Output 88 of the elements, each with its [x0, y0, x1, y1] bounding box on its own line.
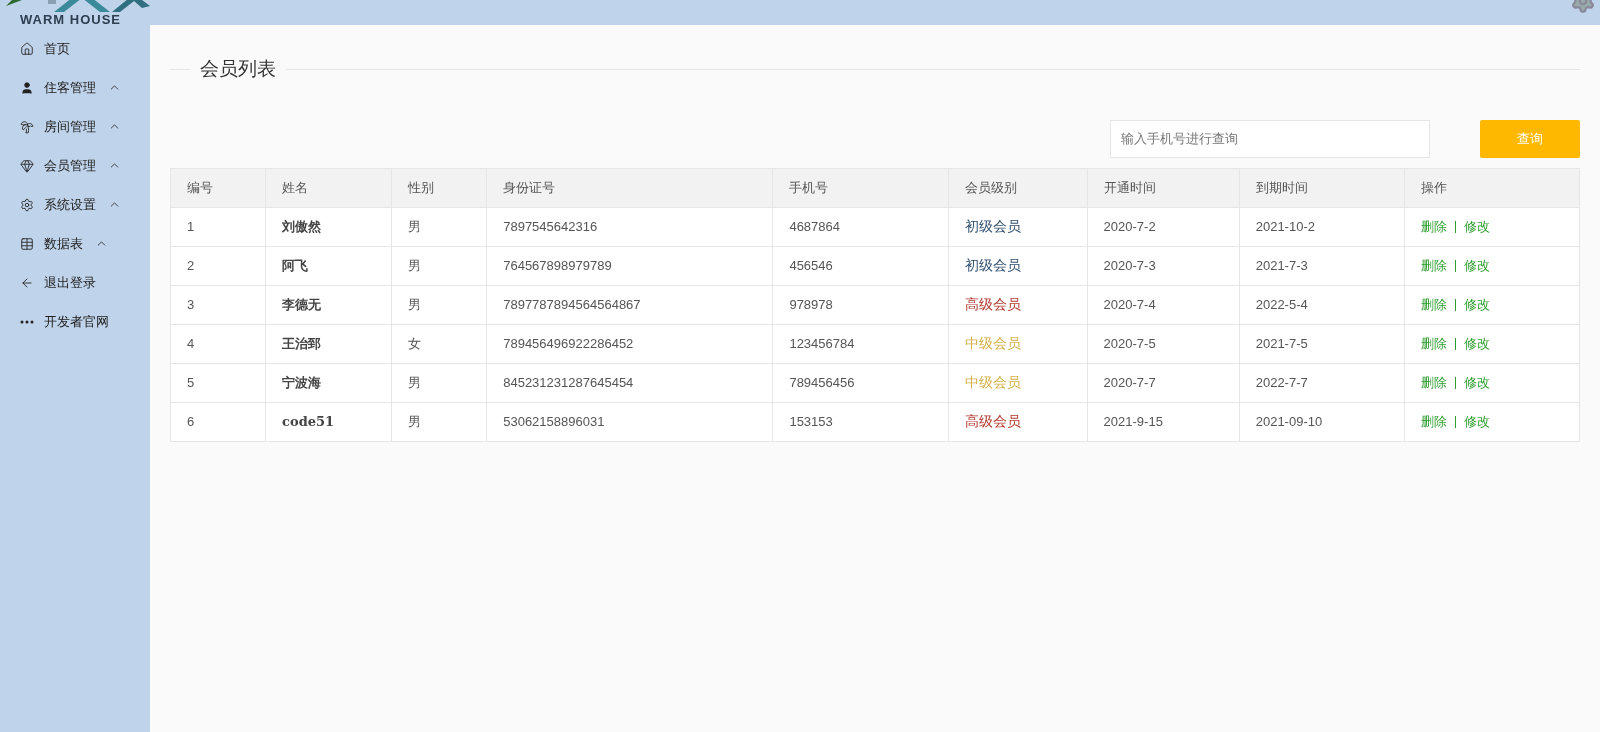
sidebar-item[interactable]: 会员管理 [0, 146, 150, 185]
delete-link[interactable]: 删除 [1420, 255, 1447, 276]
table-cell: 7897787894564564867 [503, 296, 641, 312]
edit-link[interactable]: 修改 [1463, 255, 1490, 276]
column-header: 手机号 [772, 168, 948, 207]
column-header: 会员级别 [948, 168, 1088, 207]
arrow-left-icon [20, 275, 34, 290]
table-cell: 男 [408, 413, 422, 429]
table-cell: 刘傲然 [282, 218, 322, 234]
table-cell: 男 [408, 374, 422, 390]
member-level-label: 高级会员 [964, 296, 1021, 312]
table-cell: 2020-7-2 [1103, 218, 1156, 234]
table-cell: 789456456 [789, 374, 855, 390]
member-level-label: 中级会员 [964, 335, 1021, 351]
table-cell: 2021-7-3 [1255, 257, 1308, 273]
diamond-icon [20, 158, 34, 173]
table-cell: 978978 [789, 296, 833, 312]
column-header: 到期时间 [1239, 168, 1405, 207]
table-cell: 4687864 [789, 218, 841, 234]
sidebar-item[interactable]: 首页 [0, 29, 150, 68]
column-header: 开通时间 [1087, 168, 1240, 207]
table-cell: 2021-09-10 [1255, 413, 1323, 429]
member-level-label: 中级会员 [964, 374, 1021, 390]
logo-text: WARM HOUSE [20, 13, 121, 27]
table-cell: 王治郅 [282, 335, 322, 351]
edit-link[interactable]: 修改 [1463, 294, 1490, 315]
table-cell: 男 [408, 296, 422, 312]
table-cell: 2020-7-3 [1103, 257, 1156, 273]
column-header: 身份证号 [486, 168, 773, 207]
column-header: 性别 [391, 168, 487, 207]
table-cell: 2021-10-2 [1255, 218, 1315, 234]
table-cell: 2022-7-7 [1255, 374, 1308, 390]
table-cell: 女 [408, 335, 422, 351]
sidebar-item[interactable]: 退出登录 [0, 263, 150, 302]
more-icon [20, 319, 34, 324]
delete-link[interactable]: 删除 [1420, 294, 1447, 315]
grid-icon [20, 236, 34, 251]
table-cell: 2 [187, 257, 195, 273]
column-header: 操作 [1404, 168, 1580, 207]
member-level-label: 初级会员 [964, 257, 1021, 273]
delete-link[interactable]: 删除 [1420, 216, 1447, 237]
table-cell: 2021-7-5 [1255, 335, 1308, 351]
table-cell: 456546 [789, 257, 833, 273]
column-header: 编号 [170, 168, 266, 207]
table-cell: 男 [408, 257, 422, 273]
page-title: 会员列表 [199, 57, 277, 81]
sidebar-item[interactable]: 开发者官网 [0, 302, 150, 341]
table-cell: 53062158896031 [503, 413, 605, 429]
sidebar-item[interactable]: 数据表 [0, 224, 150, 263]
sidebar-item[interactable]: 系统设置 [0, 185, 150, 224]
edit-link[interactable]: 修改 [1463, 333, 1490, 354]
table-cell: 5 [187, 374, 195, 390]
table-cell: 764567898979789 [503, 257, 612, 273]
table-cell: 153153 [789, 413, 833, 429]
table-cell: code51 [282, 413, 335, 429]
edit-link[interactable]: 修改 [1463, 216, 1490, 237]
table-cell: 7897545642316 [503, 218, 598, 234]
table-cell: 宁波海 [282, 374, 322, 390]
table-cell: 1 [187, 218, 195, 234]
edit-link[interactable]: 修改 [1463, 372, 1490, 393]
table-cell: 2021-9-15 [1103, 413, 1163, 429]
table-cell: 2020-7-7 [1103, 374, 1156, 390]
column-header: 姓名 [265, 168, 392, 207]
table-cell: 789456496922286452 [503, 335, 634, 351]
table-cell: 6 [187, 413, 195, 429]
edit-link[interactable]: 修改 [1463, 411, 1490, 432]
palm-tree-icon [20, 119, 34, 134]
table-cell: 李德无 [282, 296, 322, 312]
table-cell: 4 [187, 335, 195, 351]
table-cell: 男 [408, 218, 422, 234]
house-icon [20, 41, 34, 56]
sidebar-item[interactable]: 住客管理 [0, 68, 150, 107]
member-level-label: 初级会员 [964, 218, 1021, 234]
table-cell: 2020-7-4 [1103, 296, 1156, 312]
table-cell: 845231231287645454 [503, 374, 634, 390]
table-cell: 123456784 [789, 335, 855, 351]
delete-link[interactable]: 删除 [1420, 333, 1447, 354]
table-cell: 2020-7-5 [1103, 335, 1156, 351]
settings-icon [20, 197, 34, 212]
person-icon [20, 80, 34, 95]
delete-link[interactable]: 删除 [1420, 411, 1447, 432]
table-cell: 2022-5-4 [1255, 296, 1308, 312]
member-level-label: 高级会员 [964, 413, 1021, 429]
table-cell: 阿飞 [282, 257, 309, 273]
sidebar-item[interactable]: 房间管理 [0, 107, 150, 146]
phone-search-field[interactable]: 输入手机号进行查询 [1110, 119, 1430, 158]
delete-link[interactable]: 删除 [1420, 372, 1447, 393]
table-cell: 3 [187, 296, 195, 312]
